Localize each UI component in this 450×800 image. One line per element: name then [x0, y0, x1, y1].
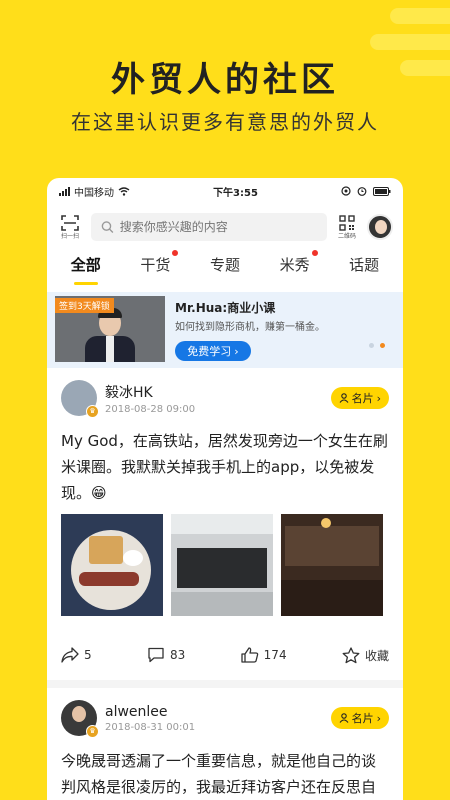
post-timestamp: 2018-08-31 00:01 [105, 721, 196, 733]
wifi-icon [118, 186, 130, 196]
tab-all[interactable]: 全部 [65, 250, 107, 285]
post-image-cafe[interactable] [281, 514, 383, 616]
tab-topics[interactable]: 专题 [204, 250, 246, 279]
free-study-button[interactable]: 免费学习 › [175, 341, 251, 361]
banner-description: 如何找到隐形商机，赚第一桶金。 [175, 322, 325, 333]
business-card-button[interactable]: 名片 › [330, 387, 389, 409]
promo-headline: 外贸人的社区 [111, 60, 339, 100]
favorite-button[interactable]: 收藏 [342, 646, 389, 664]
phone-screen: 中国移动 下午3:55 扫一扫 搜索你感兴趣的内容 二维码 全部 干货 专题 米… [47, 178, 403, 800]
scan-button[interactable]: 扫一扫 [57, 214, 83, 240]
search-row: 扫一扫 二维码 [47, 204, 403, 244]
post-author-name[interactable]: 毅冰HK [105, 382, 323, 402]
qr-code-button[interactable]: 二维码 [335, 214, 359, 240]
search-input[interactable] [119, 220, 317, 234]
post-text: My God，在高铁站，居然发现旁边一个女生在刷米课圈。我默默关掉我手机上的ap… [61, 432, 388, 502]
post-image-breakfast[interactable] [61, 514, 163, 616]
post-author-name[interactable]: alwenlee [105, 704, 323, 720]
post-text: 今晚晟哥透漏了一个重要信息，就是他自己的谈判风格是很凌厉的，我最近拜访客户还在反… [61, 752, 377, 796]
course-banner[interactable]: 签到3天解锁 Mr.Hua:商业小课 如何找到隐形商机，赚第一桶金。 免费学习 … [47, 292, 403, 368]
banner-title: Mr.Hua:商业小课 [175, 301, 276, 315]
chevron-right-icon: › [376, 711, 381, 725]
post-actions: 5 83 174 收藏 [61, 630, 389, 680]
star-icon [342, 646, 360, 663]
chevron-right-icon: › [234, 344, 239, 358]
alarm-icon [357, 187, 367, 196]
post-author-avatar[interactable]: ♛ [61, 380, 99, 418]
tab-dry-goods[interactable]: 干货 [134, 249, 179, 279]
banner-tag: 签到3天解锁 [55, 298, 114, 313]
share-button[interactable]: 5 [61, 647, 92, 663]
post-images [61, 514, 389, 616]
chevron-right-icon: › [376, 391, 381, 405]
post-card: ♛ 毅冰HK 2018-08-28 09:00 名片 › My God，在高铁站… [47, 368, 403, 688]
comment-icon [148, 647, 164, 663]
promo-subline: 在这里认识更多有意思的外贸人 [71, 110, 379, 134]
post-card: ♛ alwenlee 2018-08-31 00:01 名片 › 今晚晟哥透漏了… [47, 688, 403, 800]
new-dot [172, 249, 179, 256]
status-time: 下午3:55 [213, 187, 258, 199]
at-icon [341, 186, 351, 196]
like-button[interactable]: 174 [241, 647, 287, 663]
person-icon [339, 713, 349, 723]
scan-icon [61, 214, 79, 231]
scan-label: 扫一扫 [60, 232, 79, 240]
share-icon [61, 647, 79, 663]
qr-code-icon [339, 214, 355, 231]
tab-mixiu[interactable]: 米秀 [274, 249, 318, 279]
thumbs-up-icon [241, 647, 258, 663]
signal-icon [59, 186, 70, 196]
business-card-button[interactable]: 名片 › [330, 707, 389, 729]
person-icon [339, 393, 349, 403]
post-author-avatar[interactable]: ♛ [61, 700, 99, 738]
comment-button[interactable]: 83 [147, 647, 185, 663]
crown-badge-icon: ♛ [86, 405, 99, 418]
category-tabs: 全部 干货 专题 米秀 话题 [47, 244, 403, 285]
search-box[interactable] [91, 213, 327, 241]
banner-image: 签到3天解锁 [55, 296, 165, 362]
user-avatar[interactable] [367, 214, 393, 240]
qr-code-label: 二维码 [337, 232, 356, 240]
banner-pager [369, 343, 385, 348]
new-dot [311, 249, 318, 256]
tab-discussions[interactable]: 话题 [343, 250, 385, 279]
status-bar: 中国移动 下午3:55 [47, 178, 403, 204]
crown-badge-icon: ♛ [86, 725, 99, 738]
search-icon [101, 221, 114, 233]
carrier-label: 中国移动 [74, 187, 114, 199]
post-image-station[interactable] [171, 514, 273, 616]
battery-icon [373, 186, 391, 196]
post-timestamp: 2018-08-28 09:00 [105, 403, 196, 415]
